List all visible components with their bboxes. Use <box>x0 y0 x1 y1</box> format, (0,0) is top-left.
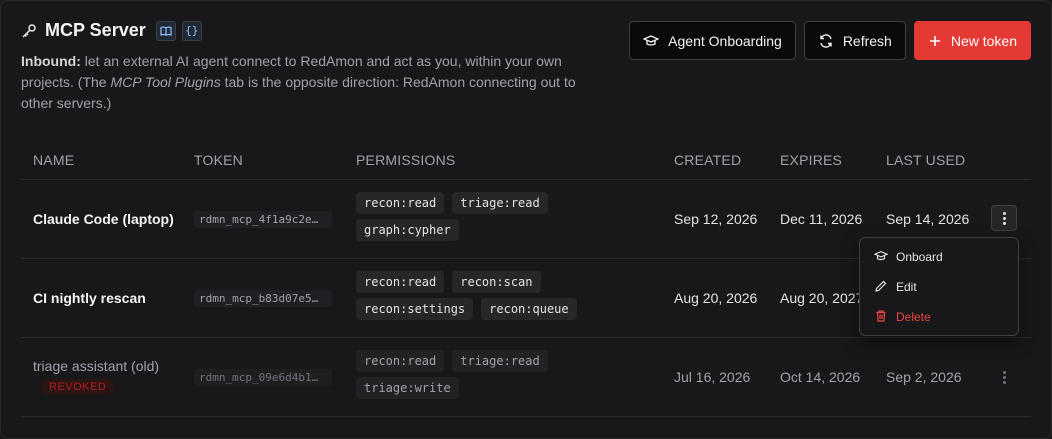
created-date: Sep 12, 2026 <box>674 211 758 227</box>
permission-badge: recon:read <box>356 350 445 372</box>
status-badge: REVOKED <box>41 379 115 395</box>
last-used-date: Sep 2, 2026 <box>886 369 962 385</box>
braces-icon[interactable]: {} <box>181 20 202 41</box>
refresh-icon <box>818 33 834 49</box>
new-token-button[interactable]: New token <box>913 21 1031 60</box>
expires-date: Dec 11, 2026 <box>780 211 863 227</box>
permissions-list: recon:read triage:read triage:write <box>356 350 616 399</box>
agent-onboarding-button[interactable]: Agent Onboarding <box>629 21 796 60</box>
menu-item-onboard[interactable]: Onboard <box>864 242 1014 272</box>
menu-item-delete[interactable]: Delete <box>864 302 1014 332</box>
permission-badge: recon:settings <box>356 298 474 320</box>
permissions-list: recon:read recon:scan recon:settings rec… <box>356 271 616 320</box>
column-last-used: LAST USED <box>886 152 966 168</box>
graduation-cap-icon <box>643 33 660 49</box>
token-name: CI nightly rescan <box>33 290 146 306</box>
column-name: NAME <box>33 152 75 168</box>
permission-badge: recon:queue <box>481 298 577 320</box>
row-actions-button[interactable] <box>991 364 1017 390</box>
more-vertical-icon <box>1002 211 1006 225</box>
permission-badge: triage:write <box>356 377 459 399</box>
row-actions-menu: Onboard Edit Delete <box>859 237 1019 336</box>
permission-badge: recon:scan <box>452 271 541 293</box>
permissions-list: recon:read triage:read graph:cypher <box>356 192 616 241</box>
menu-item-edit[interactable]: Edit <box>864 272 1014 302</box>
expires-date: Aug 20, 2027 <box>780 290 864 306</box>
menu-item-edit-label: Edit <box>896 280 917 294</box>
header: MCP Server {} <box>21 20 208 41</box>
plus-icon <box>928 34 942 48</box>
column-expires: EXPIRES <box>780 152 843 168</box>
page-title: MCP Server <box>45 20 146 40</box>
column-created: CREATED <box>674 152 742 168</box>
permission-badge: recon:read <box>356 271 445 293</box>
permission-badge: graph:cypher <box>356 219 459 241</box>
menu-item-onboard-label: Onboard <box>896 250 943 264</box>
pencil-icon <box>874 279 888 296</box>
expires-date: Oct 14, 2026 <box>780 369 861 385</box>
agent-onboarding-label: Agent Onboarding <box>668 32 782 49</box>
permission-badge: triage:read <box>452 350 548 372</box>
menu-item-delete-label: Delete <box>896 310 931 324</box>
book-icon[interactable] <box>155 20 176 41</box>
key-icon <box>21 23 37 39</box>
desc-inbound-label: Inbound: <box>21 53 81 69</box>
more-vertical-icon <box>1002 370 1006 384</box>
trash-icon <box>874 309 888 326</box>
created-date: Jul 16, 2026 <box>674 369 751 385</box>
token-name: Claude Code (laptop) <box>33 211 174 227</box>
permission-badge: recon:read <box>356 192 445 214</box>
created-date: Aug 20, 2026 <box>674 290 758 306</box>
new-token-label: New token <box>950 32 1017 49</box>
token-value: rdmn_mcp_4f1a9c2e… <box>194 211 332 228</box>
row-actions-button[interactable] <box>991 205 1017 231</box>
tokens-table-header: NAME TOKEN PERMISSIONS CREATED EXPIRES L… <box>21 140 1031 180</box>
header-actions: Agent Onboarding Refresh New token <box>629 21 1031 60</box>
token-value: rdmn_mcp_09e6d4b1… <box>194 369 332 386</box>
column-token: TOKEN <box>194 152 243 168</box>
permission-badge: triage:read <box>452 192 548 214</box>
refresh-label: Refresh <box>842 32 892 49</box>
refresh-button[interactable]: Refresh <box>803 21 906 60</box>
page-description: Inbound: let an external AI agent connec… <box>21 51 581 114</box>
token-name: triage assistant (old) <box>33 358 160 374</box>
last-used-date: Sep 14, 2026 <box>886 211 970 227</box>
table-row: triage assistant (old) REVOKED rdmn_mcp_… <box>21 338 1031 417</box>
graduation-cap-icon <box>873 249 889 266</box>
desc-plugins-tab: MCP Tool Plugins <box>110 74 221 90</box>
column-permissions: PERMISSIONS <box>356 152 456 168</box>
token-value: rdmn_mcp_b83d07e5… <box>194 290 332 307</box>
